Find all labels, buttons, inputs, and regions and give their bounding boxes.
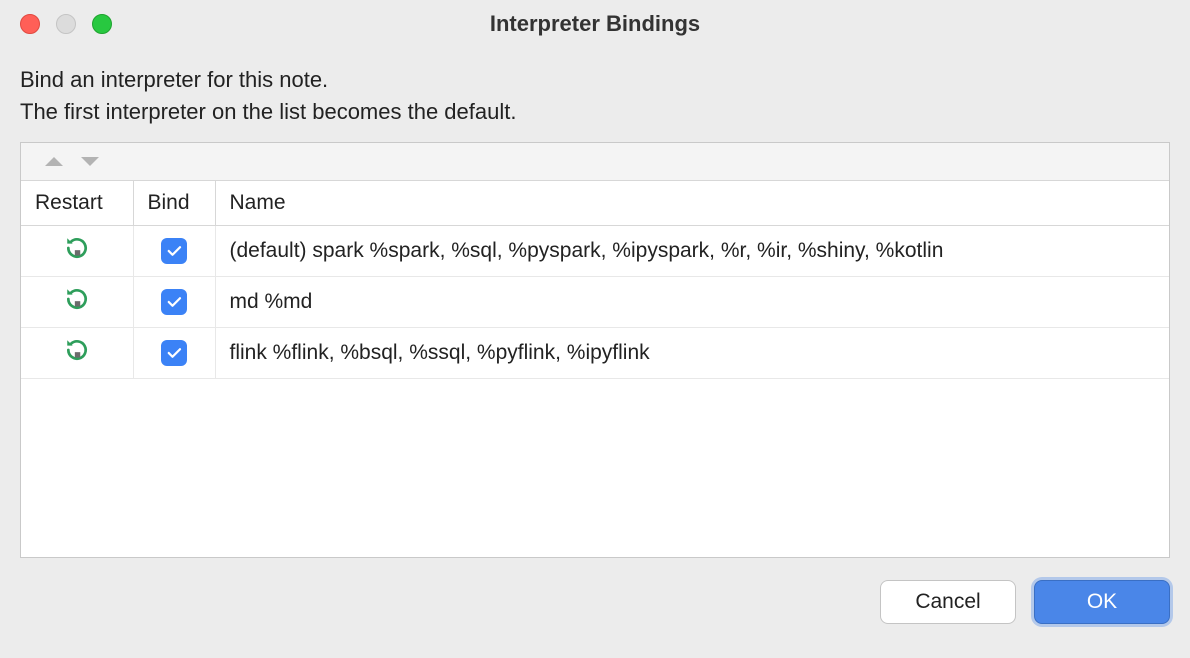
restart-cell: [21, 327, 133, 378]
ok-button[interactable]: OK: [1034, 580, 1170, 624]
header-name: Name: [215, 181, 1169, 226]
name-cell: flink %flink, %bsql, %ssql, %pyflink, %i…: [215, 327, 1169, 378]
table-row[interactable]: (default) spark %spark, %sql, %pyspark, …: [21, 225, 1169, 276]
name-cell: (default) spark %spark, %sql, %pyspark, …: [215, 225, 1169, 276]
dialog-buttons: Cancel OK: [0, 558, 1190, 646]
maximize-icon[interactable]: [92, 14, 112, 34]
header-restart: Restart: [21, 181, 133, 226]
table-header-row: Restart Bind Name: [21, 181, 1169, 226]
instructions-text: Bind an interpreter for this note. The f…: [20, 64, 1170, 128]
table-row[interactable]: flink %flink, %bsql, %ssql, %pyflink, %i…: [21, 327, 1169, 378]
bind-checkbox[interactable]: [161, 289, 187, 315]
restart-icon[interactable]: [64, 337, 90, 363]
table-wrapper: Restart Bind Name (default) spark %spark…: [20, 142, 1170, 558]
interpreters-table: Restart Bind Name (default) spark %spark…: [21, 181, 1169, 379]
restart-cell: [21, 225, 133, 276]
table-row[interactable]: md %md: [21, 276, 1169, 327]
window-controls: [0, 14, 112, 34]
window-title: Interpreter Bindings: [0, 11, 1190, 37]
move-up-icon[interactable]: [45, 157, 63, 166]
minimize-icon[interactable]: [56, 14, 76, 34]
restart-cell: [21, 276, 133, 327]
restart-icon[interactable]: [64, 286, 90, 312]
header-bind: Bind: [133, 181, 215, 226]
close-icon[interactable]: [20, 14, 40, 34]
bind-cell: [133, 225, 215, 276]
instructions-line2: The first interpreter on the list become…: [20, 96, 1170, 128]
table-toolbar: [21, 143, 1169, 181]
instructions-line1: Bind an interpreter for this note.: [20, 64, 1170, 96]
cancel-button[interactable]: Cancel: [880, 580, 1016, 624]
bind-cell: [133, 276, 215, 327]
bind-checkbox[interactable]: [161, 340, 187, 366]
name-cell: md %md: [215, 276, 1169, 327]
move-down-icon[interactable]: [81, 157, 99, 166]
dialog-content: Bind an interpreter for this note. The f…: [0, 48, 1190, 558]
restart-icon[interactable]: [64, 235, 90, 261]
bind-cell: [133, 327, 215, 378]
titlebar: Interpreter Bindings: [0, 0, 1190, 48]
bind-checkbox[interactable]: [161, 238, 187, 264]
